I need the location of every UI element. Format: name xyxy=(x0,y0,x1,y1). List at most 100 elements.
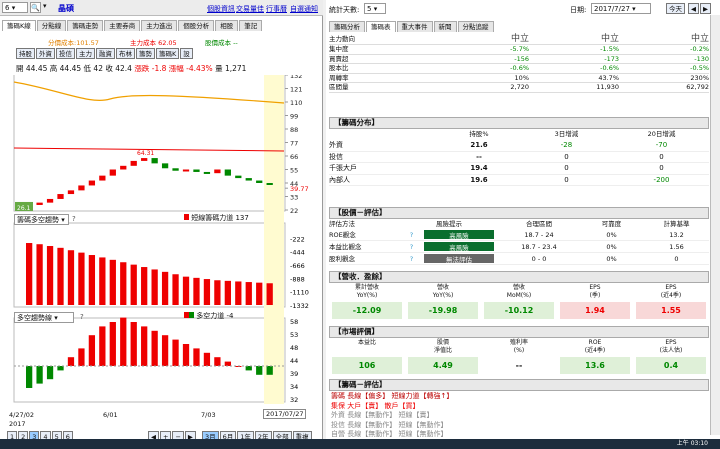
chip-bar xyxy=(151,269,158,305)
price-candle xyxy=(266,183,273,185)
tab-related[interactable]: 相股 xyxy=(215,20,239,31)
btn-chipk[interactable]: 籌碼K xyxy=(156,48,180,59)
summary-cell: -0.2% xyxy=(690,45,709,53)
price-candle xyxy=(224,169,231,176)
chip-bar xyxy=(130,264,137,305)
btn-margin[interactable]: 融資 xyxy=(96,48,115,59)
trend-bar xyxy=(245,366,252,371)
block-header-cell: 營收 MoM(%) xyxy=(506,284,532,299)
summary-row-label: 股本比 xyxy=(329,64,349,72)
price-candle xyxy=(120,165,127,170)
next-icon[interactable]: ▶ xyxy=(700,3,711,14)
summary-cell: -0.6% xyxy=(600,64,619,72)
block-header-cell: EPS (季) xyxy=(589,284,601,299)
link-volume[interactable]: 交易量佳 xyxy=(236,4,264,14)
btn-settings[interactable]: 設 xyxy=(180,48,193,59)
price-axis-label: 99 xyxy=(290,113,298,121)
trend-bar xyxy=(161,335,169,366)
summary-row: 區間量 2,720 11,930 62,792 xyxy=(329,83,709,93)
help-icon[interactable]: ? xyxy=(72,215,76,223)
chip-bar xyxy=(109,259,116,305)
tab-notes[interactable]: 筆記 xyxy=(239,20,263,31)
price-axis-label: 22 xyxy=(290,207,298,215)
block-value: -19.98 xyxy=(408,302,478,319)
date-picker[interactable]: 2017/7/27 ▾ xyxy=(591,3,651,14)
today-button[interactable]: 今天 xyxy=(666,3,685,14)
btn-trust[interactable]: 投信 xyxy=(56,48,75,59)
tab-kline[interactable]: 籌碼K線 xyxy=(2,20,36,31)
tab-chip-table[interactable]: 籌碼表 xyxy=(366,21,396,32)
panel3-select[interactable]: 多空趨勢線 ▾ xyxy=(14,312,74,323)
tab-main-force[interactable]: 主力進出 xyxy=(141,20,178,31)
summary-row: 主力動向 中立 中立 中立 xyxy=(329,33,709,45)
stock-code-select[interactable]: 6 ▾ xyxy=(2,2,28,13)
btn-trend[interactable]: 籌勢 xyxy=(136,48,155,59)
taskbar: 上午 03:10 xyxy=(0,439,720,449)
tab-events[interactable]: 重大事件 xyxy=(396,21,433,32)
help-icon[interactable]: ? xyxy=(399,229,424,240)
summary-cell: 62,792 xyxy=(686,83,709,91)
dist-cell: 19.6 xyxy=(470,175,488,184)
btn-foreign[interactable]: 外資 xyxy=(36,48,55,59)
summary-row-label: 主力動向 xyxy=(329,35,355,43)
trend-bar xyxy=(214,357,221,366)
date-label: 日期: xyxy=(570,6,587,14)
btn-main[interactable]: 主力 xyxy=(76,48,95,59)
days-select[interactable]: 5 ▾ xyxy=(364,3,386,14)
summary-cell: -1.5% xyxy=(600,45,619,53)
block-value: -- xyxy=(515,361,523,370)
trend-bar xyxy=(109,322,116,366)
btn-holding[interactable]: 持股 xyxy=(16,48,35,59)
btn-bollinger[interactable]: 布林 xyxy=(116,48,135,59)
stock-chart[interactable]: 132 121 110 99 88 77 66 55 44 39.7733 22 64.31 26.1 -… xyxy=(0,75,323,430)
panel2-axis-label: -222 xyxy=(290,235,305,243)
link-alert[interactable]: 自選通知 xyxy=(290,4,318,14)
market-table: 本益比 股價 淨值比 殖利率 (%) ROE (近4季) EPS (法人估) 106 4.4… xyxy=(329,339,709,374)
link-calendar[interactable]: 行事曆 xyxy=(266,4,287,14)
link-info[interactable]: 個股資訊 xyxy=(207,4,235,14)
summary-cell: 43.7% xyxy=(598,73,619,82)
chip-bar xyxy=(46,246,54,305)
panel2-axis-label: -1110 xyxy=(290,289,309,297)
prev-icon[interactable]: ◀ xyxy=(688,3,699,14)
market-title: 【市場評價】 xyxy=(329,326,709,338)
tab-chip-analysis[interactable]: 籌碼分析 xyxy=(329,21,365,32)
search-icon[interactable]: 🔍 xyxy=(30,2,41,13)
price-axis-label: 66 xyxy=(290,153,298,161)
trend-bar xyxy=(203,352,211,366)
summary-row: 集中度 -5.7% -1.5% -0.2% xyxy=(329,45,709,55)
dropdown-chevron-icon[interactable]: ▾ xyxy=(43,2,47,10)
help-icon[interactable]: ? xyxy=(399,241,424,252)
scrollbar[interactable] xyxy=(710,15,720,435)
price-candle xyxy=(214,169,221,174)
chip-bar xyxy=(245,282,252,305)
trend-bar xyxy=(67,357,75,366)
tab-analysis[interactable]: 個股分析 xyxy=(178,20,215,31)
summary-cell: -130 xyxy=(694,54,709,63)
trend-bar xyxy=(78,348,85,366)
help-icon[interactable]: ? xyxy=(80,313,84,321)
dist-cell: 內部人 xyxy=(329,175,350,184)
block-value: 1.94 xyxy=(560,302,630,319)
tab-chip-trend[interactable]: 籌碼走勢 xyxy=(67,20,104,31)
dist-row: 內部人 19.6 0 -200 xyxy=(329,175,709,186)
block-header-cell: ROE (近4季) xyxy=(584,339,606,354)
tab-news[interactable]: 新聞 xyxy=(433,21,457,32)
tab-branch-track[interactable]: 分點追蹤 xyxy=(457,21,494,32)
price-candle xyxy=(88,180,96,186)
dist-cell: -70 xyxy=(655,141,668,149)
tab-broker[interactable]: 主要券商 xyxy=(104,20,141,31)
panel2-select[interactable]: 籌碼多空趨勢 ▾ xyxy=(14,214,69,225)
help-icon[interactable]: ? xyxy=(399,253,424,264)
dist-row: 外資 21.6 -28 -70 xyxy=(329,140,709,152)
basis: 1.56 xyxy=(669,243,684,251)
panel3-axis-label: 39 xyxy=(290,370,298,378)
trend-bar xyxy=(141,326,148,366)
ma-line-orange xyxy=(13,81,285,104)
tab-branch-line[interactable]: 分點線 xyxy=(36,20,67,31)
valuation-row: ROE觀念? 高風險 18.7 - 24 0% 13.2 xyxy=(329,229,709,241)
price-axis-label: 39.77 xyxy=(290,185,309,193)
trend-bar xyxy=(256,366,263,375)
eval-title: 【籌碼－評估】 xyxy=(329,379,709,391)
trend-bar xyxy=(26,366,33,388)
